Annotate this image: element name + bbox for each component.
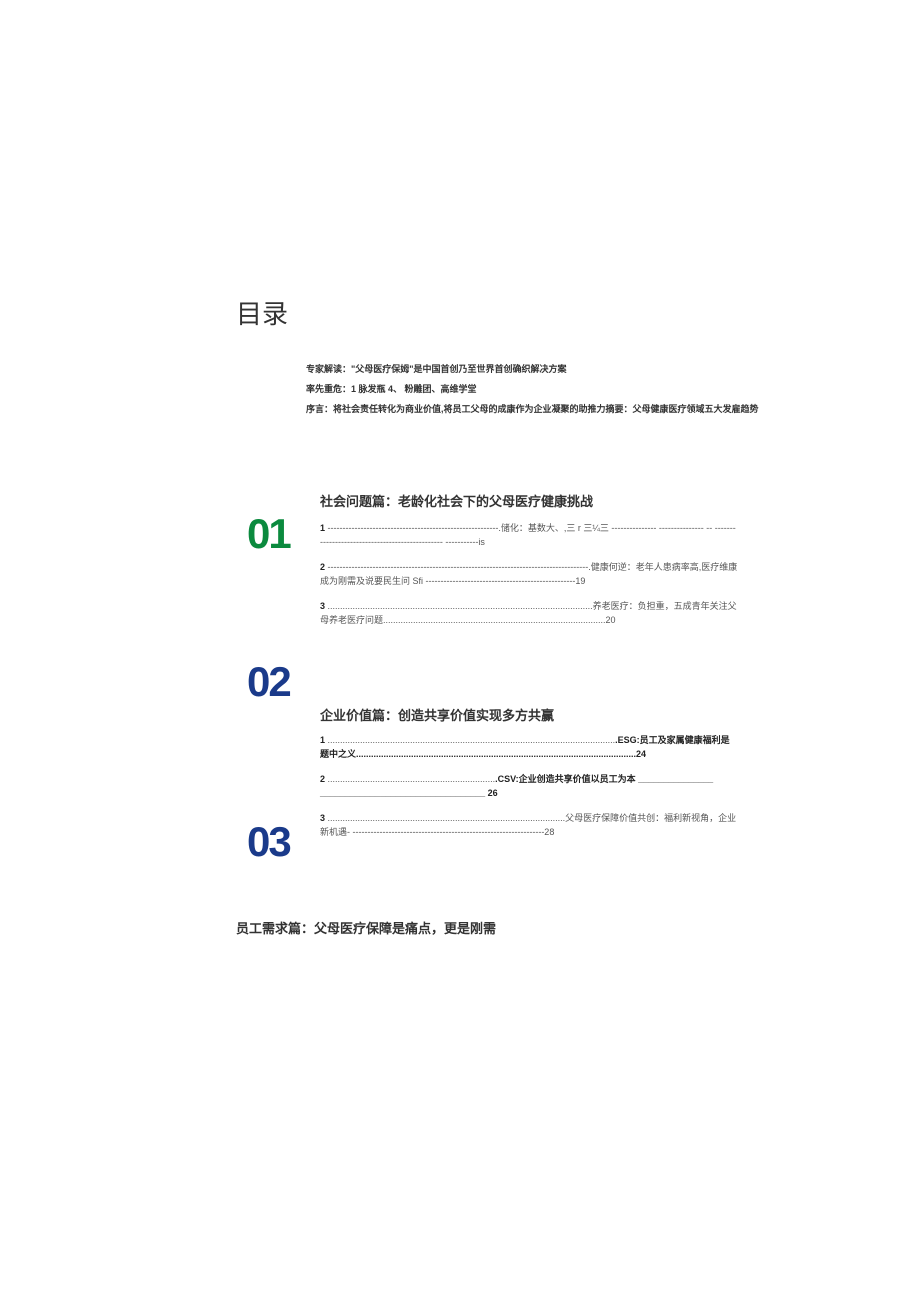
intro-line-3: 序言：将社会责任转化为商业价值,将员工父母的成康作为企业凝聚的助推力摘要：父母健… bbox=[306, 400, 759, 420]
toc-item: 3 ......................................… bbox=[320, 599, 738, 628]
toc-item-num: 1 bbox=[320, 523, 325, 533]
toc-item-num: 3 bbox=[320, 601, 325, 611]
toc-item-text: ----------------------------------------… bbox=[328, 523, 499, 533]
toc-item-num: 2 bbox=[320, 562, 325, 572]
section-01-items: 1 --------------------------------------… bbox=[320, 521, 738, 637]
toc-item-text: ........................................… bbox=[328, 774, 496, 784]
section-number-01: 01 bbox=[247, 510, 290, 558]
toc-item: 1 --------------------------------------… bbox=[320, 521, 738, 550]
toc-item-text: ........................................… bbox=[328, 601, 591, 611]
toc-item-text: ........................................… bbox=[328, 735, 616, 745]
toc-item: 2 ......................................… bbox=[320, 772, 738, 801]
section-03-title: 员工需求篇：父母医疗保障是痛点，更是刚需 bbox=[236, 918, 496, 937]
section-01-title: 社会问题篇：老龄化社会下的父母医疗健康挑战 bbox=[320, 491, 593, 510]
intro-block: 专家解读："父母医疗保姆"是中国首创乃至世界首创确织解决方案 率先重危：1 脉发… bbox=[306, 360, 759, 419]
toc-item-num: 3 bbox=[320, 813, 325, 823]
intro-line-2: 率先重危：1 脉发瓶 4、 粉雕团、高维学堂 bbox=[306, 380, 759, 400]
section-02-title: 企业价值篇：创造共享价值实现多方共赢 bbox=[320, 705, 554, 724]
toc-item-num: 2 bbox=[320, 774, 325, 784]
toc-item-text: ----------------------------------------… bbox=[328, 562, 589, 572]
page-title: 目录 bbox=[236, 294, 288, 331]
toc-item: 1 ......................................… bbox=[320, 733, 738, 762]
section-02-items: 1 ......................................… bbox=[320, 733, 738, 849]
toc-item: 3 ......................................… bbox=[320, 811, 738, 840]
section-number-02: 02 bbox=[247, 658, 290, 706]
toc-item-num: 1 bbox=[320, 735, 325, 745]
toc-item: 2 --------------------------------------… bbox=[320, 560, 738, 589]
toc-item-text: ........................................… bbox=[328, 813, 563, 823]
section-number-03: 03 bbox=[247, 818, 290, 866]
intro-line-1: 专家解读："父母医疗保姆"是中国首创乃至世界首创确织解决方案 bbox=[306, 360, 759, 380]
